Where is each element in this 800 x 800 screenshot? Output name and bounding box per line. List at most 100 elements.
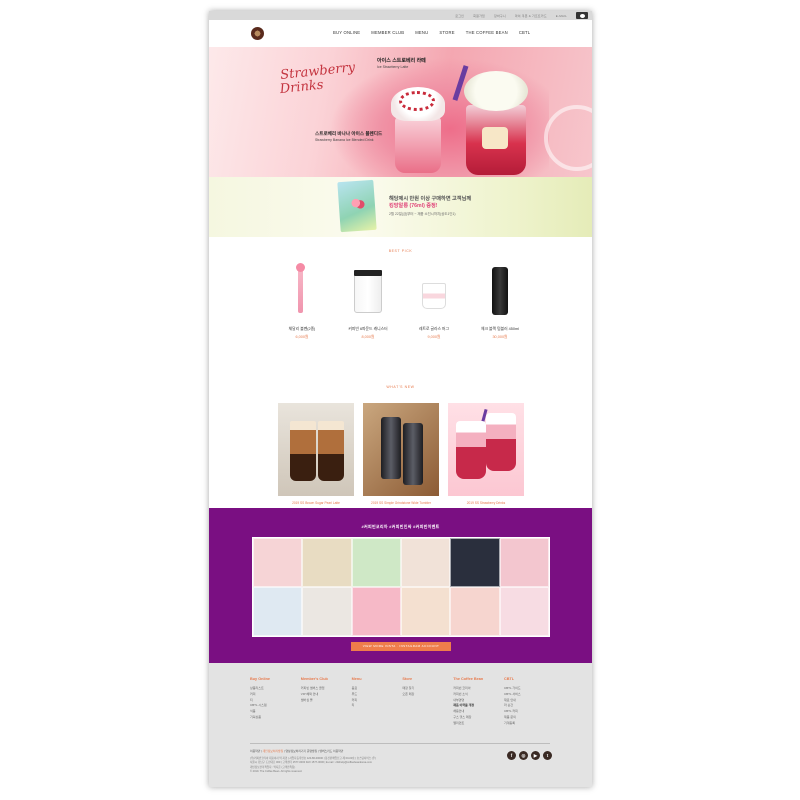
whats-new-caption: 2019 SS Simple Grindstone Wide Tumbler xyxy=(371,501,431,505)
instagram-photo[interactable] xyxy=(302,587,352,636)
strawberry-latte-cup-image xyxy=(452,65,530,175)
footer-divider xyxy=(250,743,550,744)
footer-link[interactable]: 기계등록 xyxy=(504,721,550,727)
hero-bottom-sub: Strawberry Banana Ice Blended Drink xyxy=(315,138,374,142)
footer-policy-link[interactable]: 개인정보처리방침 xyxy=(263,749,284,753)
product-price: 30,000원 xyxy=(492,335,508,339)
utility-link-signup[interactable]: 회원가입 xyxy=(473,14,485,18)
footer-column: Member's Club 커피빈 멤버스 클럽 VIP 혜택 안내 멤버십 몰 xyxy=(301,677,347,727)
footer-link[interactable]: 티 xyxy=(352,703,398,709)
coffee-bean-logo[interactable] xyxy=(251,27,264,40)
footer-column: CBTL CBTL 가이드 CBTL 서비스 재료 안내 라 순간 CBTL 커피 제품 문… xyxy=(504,677,550,727)
instagram-photo[interactable] xyxy=(400,587,451,636)
best-pick-list: 체달리 볼펜(2종) 6,000원 커피빈 6파운드 캐니스터 8,000원 레… xyxy=(273,263,529,340)
footer-policy-link[interactable]: 영상정보처리기기 운영방침 xyxy=(285,749,317,753)
instagram-photo[interactable] xyxy=(253,587,303,636)
footer-column-heading[interactable]: Buy Online xyxy=(250,677,296,681)
whats-new-title: WHAT'S NEW xyxy=(386,385,415,389)
hero-bottom-title: 스트로베리 바나나 아이스 블렌디드 xyxy=(315,131,383,136)
instagram-photo[interactable] xyxy=(450,538,500,587)
best-pick-title: BEST PICK xyxy=(388,249,413,253)
footer-column: The Coffee Bean 커피빈 코리아 커피빈 소식 내부경영 재품 이력을 개… xyxy=(453,677,499,727)
product-price: 6,000원 xyxy=(295,335,309,339)
instagram-icon[interactable]: ◎ xyxy=(519,751,528,760)
footer-link[interactable]: 기획상품 xyxy=(250,715,296,721)
instagram-photo[interactable] xyxy=(499,587,549,636)
main-header: BUY ONLINE MEMBER CLUB MENU STORE THE CO… xyxy=(209,20,592,47)
footer-link[interactable]: 오픈 매장 xyxy=(402,692,448,698)
promo-line2: 킹망알롱 (76ml) 증정! xyxy=(389,203,438,209)
footer-column: Menu 음료 푸드 커피 티 xyxy=(352,677,398,727)
footer-link[interactable]: 엘리먼트 xyxy=(453,721,499,727)
facebook-icon[interactable]: f xyxy=(507,751,516,760)
product-card[interactable]: 체달리 볼펜(2종) 6,000원 xyxy=(273,263,331,340)
product-name: 커피빈 6파운드 캐니스터 xyxy=(348,327,388,331)
footer-column-heading[interactable]: The Coffee Bean xyxy=(453,677,499,681)
footer-column: Store 매장 찾기 오픈 매장 xyxy=(402,677,448,727)
chat-button[interactable] xyxy=(576,12,588,19)
nav-store[interactable]: STORE xyxy=(439,30,454,35)
footer-info-line: © 2019. The Coffee Bean. All rights rese… xyxy=(250,770,303,774)
product-price: 9,000원 xyxy=(427,335,441,339)
instagram-photo[interactable] xyxy=(351,587,401,636)
main-nav: BUY ONLINE MEMBER CLUB MENU STORE THE CO… xyxy=(333,30,541,35)
product-name: 체크 블랙 텀블러 450ml xyxy=(481,327,519,331)
nav-the-coffee-bean[interactable]: THE COFFEE BEAN xyxy=(466,30,508,35)
footer-column-heading[interactable]: Member's Club xyxy=(301,677,347,681)
instagram-photo[interactable] xyxy=(499,538,549,587)
page-frame: 로그인 회원가입 장바구니 마이 쿠폰 & 기프트카드 E-MAIL BUY O… xyxy=(209,11,592,787)
instagram-photo[interactable] xyxy=(400,538,451,587)
footer-policy-link[interactable]: 멤버스카드 이용약관 xyxy=(319,749,343,753)
footer-company-info: (주)커피빈코리아 대표이사 박 지경 | 사업자등록번호 120-86-000… xyxy=(250,757,376,775)
instagram-photo[interactable] xyxy=(302,538,352,587)
footer-policy-link[interactable]: 이용약관 xyxy=(250,749,260,753)
whats-new-image-strawberry xyxy=(448,403,524,496)
nav-member-club[interactable]: MEMBER CLUB xyxy=(371,30,404,35)
footer-link[interactable]: 멤버십 몰 xyxy=(301,698,347,704)
footer-column-heading[interactable]: Store xyxy=(402,677,448,681)
nav-menu[interactable]: MENU xyxy=(415,30,428,35)
footer-columns: Buy Online 상품리스트 커피 티 CBTL 시스템 식품 기획상품 Member's… xyxy=(250,677,550,727)
nav-buy-online[interactable]: BUY ONLINE xyxy=(333,30,360,35)
footer-column-heading[interactable]: CBTL xyxy=(504,677,550,681)
footer-column: Buy Online 상품리스트 커피 티 CBTL 시스템 식품 기획상품 xyxy=(250,677,296,727)
promo-line3: 2월 22일(금)부터 ~ 재품 소진시까지(상도1인1) xyxy=(389,212,456,216)
nav-cbtl[interactable]: CBTL xyxy=(519,30,531,35)
instagram-hashtags: #커피빈코리아 #커피빈인싸 #커피빈이벤트 xyxy=(361,524,440,529)
whats-new-list: 2019 SS Brown Sugar Pearl Latte 2019 SS … xyxy=(278,403,524,505)
product-price: 8,000원 xyxy=(361,335,375,339)
utility-link-coupon[interactable]: 마이 쿠폰 & 기프트카드 xyxy=(515,14,547,18)
whats-new-image-tumbler xyxy=(363,403,439,496)
product-image-canister xyxy=(339,263,397,317)
twitter-icon[interactable]: t xyxy=(543,751,552,760)
instagram-photo[interactable] xyxy=(253,538,303,587)
instagram-photo[interactable] xyxy=(450,587,500,636)
hero-top-title: 아이스 스트로베리 라떼 xyxy=(377,58,426,64)
whats-new-caption: 2019 SS Brown Sugar Pearl Latte xyxy=(292,501,340,505)
site-footer: Buy Online 상품리스트 커피 티 CBTL 시스템 식품 기획상품 Member's… xyxy=(209,663,592,787)
whats-new-caption: 2019 SS Strawberry Drinks xyxy=(466,501,506,505)
brand-emblem-watermark xyxy=(544,105,592,171)
product-card[interactable]: 커피빈 6파운드 캐니스터 8,000원 xyxy=(339,263,397,340)
hero-top-caption: 아이스 스트로베리 라떼 Ice Strawberry Latte xyxy=(377,57,426,69)
instagram-photo[interactable] xyxy=(351,538,401,587)
whats-new-card[interactable]: 2019 SS Brown Sugar Pearl Latte xyxy=(278,403,354,505)
utility-link-login[interactable]: 로그인 xyxy=(455,14,464,18)
utility-link-cart[interactable]: 장바구니 xyxy=(494,14,506,18)
footer-column-heading[interactable]: Menu xyxy=(352,677,398,681)
view-more-insta-button[interactable]: VIEW MORE INSTA · INSTAGRAM ACCOUNT xyxy=(351,642,451,651)
promo-package-image xyxy=(337,179,377,233)
promo-banner[interactable]: 해당제시 만원 이상 구매하면 고객님께 킹망알롱 (76ml) 증정! 2월 … xyxy=(209,177,592,237)
whats-new-card[interactable]: 2019 SS Strawberry Drinks xyxy=(448,403,524,505)
utility-link-email[interactable]: E-MAIL xyxy=(556,14,567,18)
hero-bottom-caption: 스트로베리 바나나 아이스 블렌디드 Strawberry Banana Ice… xyxy=(315,131,382,142)
product-card[interactable]: 체크 블랙 텀블러 450ml 30,000원 xyxy=(471,263,529,340)
hero-banner[interactable]: Strawberry Drinks 아이스 스트로베리 라떼 Ice Straw… xyxy=(209,47,592,177)
whats-new-card[interactable]: 2019 SS Simple Grindstone Wide Tumbler xyxy=(363,403,439,505)
strawberry-blended-cup-image xyxy=(387,87,449,173)
hero-top-sub: Ice Strawberry Latte xyxy=(377,65,409,69)
youtube-icon[interactable]: ▶ xyxy=(531,751,540,760)
product-image-tumbler xyxy=(471,263,529,317)
product-card[interactable]: 레트로 글라스 머그 9,000원 xyxy=(405,263,463,340)
instagram-grid xyxy=(252,537,550,637)
